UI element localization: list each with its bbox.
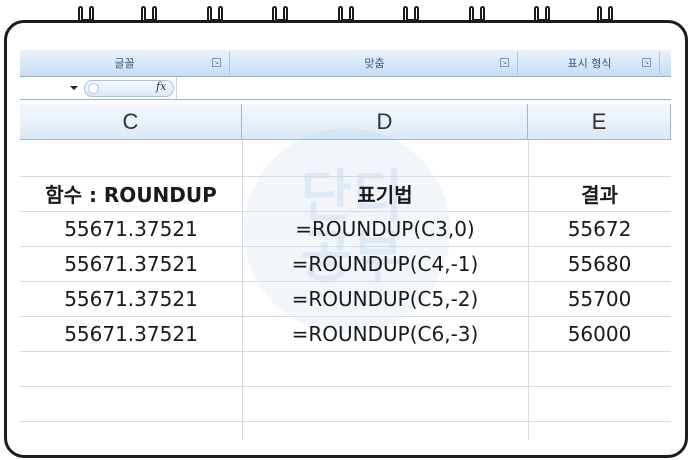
ribbon-group-font[interactable]: 글꼴 ↘ (20, 52, 230, 74)
circle-icon (88, 83, 99, 94)
ribbon-group-label: 표시 형식 (567, 57, 612, 70)
column-header-e[interactable]: E (528, 104, 671, 140)
dialog-launcher-icon[interactable]: ↘ (500, 58, 509, 67)
cell-formula[interactable]: =ROUNDUP(C6,-3) (242, 316, 528, 351)
insert-function-button[interactable]: fx (156, 80, 166, 93)
cell-value[interactable]: 55671.37521 (20, 211, 242, 246)
cell-formula[interactable]: =ROUNDUP(C3,0) (242, 211, 528, 246)
cell-result[interactable]: 55680 (528, 246, 671, 281)
cell-header-notation[interactable]: 표기법 (242, 176, 528, 211)
ribbon-group-label: 맞춤 (364, 57, 385, 70)
formula-input[interactable] (176, 77, 671, 99)
cell-value[interactable]: 55671.37521 (20, 281, 242, 316)
dialog-launcher-icon[interactable]: ↘ (642, 58, 651, 67)
dialog-launcher-icon[interactable]: ↘ (212, 58, 221, 67)
ribbon-group-bar: 글꼴 ↘ 맞춤 ↘ 표시 형식 ↘ (20, 50, 671, 77)
name-box-dropdown-icon[interactable] (70, 86, 78, 90)
ribbon-group-label: 글꼴 (114, 57, 135, 70)
cell-header-function[interactable]: 함수 : ROUNDUP (20, 176, 242, 211)
formula-bar: fx (20, 77, 671, 100)
ribbon-group-number-format[interactable]: 표시 형식 ↘ (520, 52, 660, 74)
cell-result[interactable]: 55672 (528, 211, 671, 246)
cell-value[interactable]: 55671.37521 (20, 316, 242, 351)
cell-grid: 함수 : ROUNDUP 표기법 결과 55671.37521 =ROUNDUP… (20, 140, 671, 440)
column-header-c[interactable]: C (20, 104, 242, 140)
cell-result[interactable]: 56000 (528, 316, 671, 351)
cell-formula[interactable]: =ROUNDUP(C5,-2) (242, 281, 528, 316)
spreadsheet: 글꼴 ↘ 맞춤 ↘ 표시 형식 ↘ fx C D E 단디 공부 함수: RO… (20, 50, 671, 440)
cell-value[interactable]: 55671.37521 (20, 246, 242, 281)
ribbon-group-alignment[interactable]: 맞춤 ↘ (232, 52, 518, 74)
cell-result[interactable]: 55700 (528, 281, 671, 316)
cell-formula[interactable]: =ROUNDUP(C4,-1) (242, 246, 528, 281)
cell-header-result[interactable]: 결과 (528, 176, 671, 211)
